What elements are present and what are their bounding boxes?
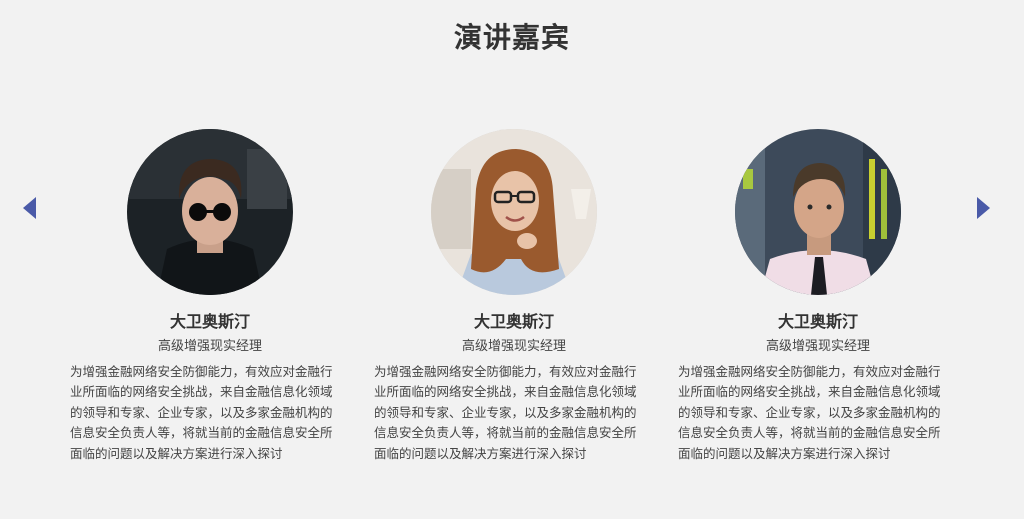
speaker-avatar xyxy=(431,129,597,295)
speaker-avatar xyxy=(127,129,293,295)
speaker-card: 大卫奥斯汀 高级增强现实经理 为增强金融网络安全防御能力，有效应对金融行业所面临… xyxy=(678,129,958,464)
speaker-title: 高级增强现实经理 xyxy=(765,339,870,354)
speaker-description: 为增强金融网络安全防御能力，有效应对金融行业所面临的网络安全挑战，来自金融信息化… xyxy=(374,364,637,461)
speaker-title: 高级增强现实经理 xyxy=(157,339,262,354)
next-arrow-icon[interactable] xyxy=(977,197,990,219)
speaker-card: 大卫奥斯汀 高级增强现实经理 为增强金融网络安全防御能力，有效应对金融行业所面临… xyxy=(374,129,654,464)
speaker-description: 为增强金融网络安全防御能力，有效应对金融行业所面临的网络安全挑战，来自金融信息化… xyxy=(678,364,941,461)
speaker-card: 大卫奥斯汀 高级增强现实经理 为增强金融网络安全防御能力，有效应对金融行业所面临… xyxy=(70,129,350,464)
speaker-avatar xyxy=(735,129,901,295)
speaker-name: 大卫奥斯汀 xyxy=(777,312,858,331)
speaker-name: 大卫奥斯汀 xyxy=(169,312,250,331)
speaker-name: 大卫奥斯汀 xyxy=(473,312,554,331)
speaker-description: 为增强金融网络安全防御能力，有效应对金融行业所面临的网络安全挑战，来自金融信息化… xyxy=(70,364,333,461)
prev-arrow-icon[interactable] xyxy=(23,197,36,219)
speaker-title: 高级增强现实经理 xyxy=(461,339,566,354)
section-title: 演讲嘉宾 xyxy=(453,21,570,54)
